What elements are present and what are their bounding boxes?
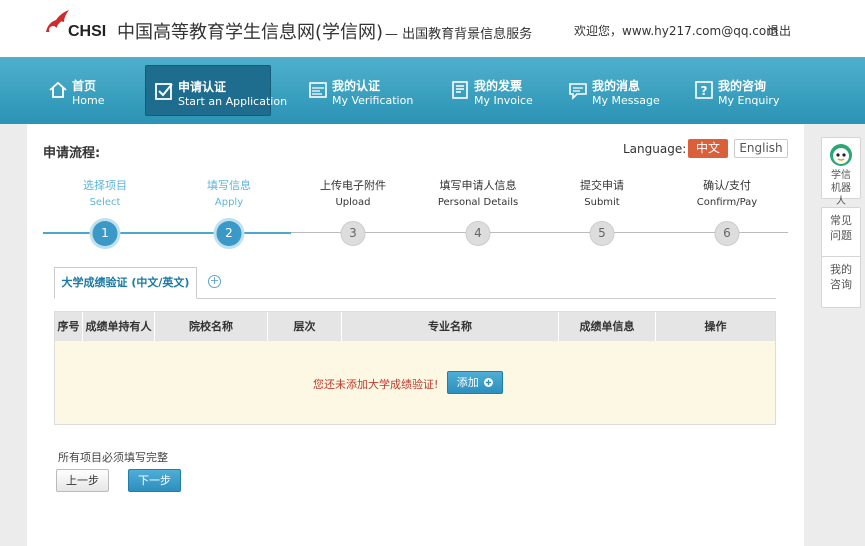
step-label-zh: 提交申请 xyxy=(580,179,624,192)
step-label-en: Upload xyxy=(335,197,371,208)
nav-label-en: My Invoice xyxy=(474,94,533,107)
nav-label-en: My Enquiry xyxy=(718,94,780,107)
nav-my-verification[interactable]: 我的认证 My Verification xyxy=(300,65,420,116)
col-holder: 成绩单持有人 xyxy=(83,312,155,341)
enquiry-icon: ? xyxy=(695,81,713,99)
add-transcript-button[interactable]: 添加 xyxy=(447,371,503,394)
message-icon xyxy=(569,83,587,100)
step-label-zh: 确认/支付 xyxy=(703,179,751,192)
step-label-zh: 填写信息 xyxy=(207,179,251,192)
nav-label-zh: 我的认证 xyxy=(332,79,381,93)
my-enquiry-widget[interactable]: 我的咨询 xyxy=(821,256,861,308)
process-title: 申请流程: xyxy=(43,146,101,161)
step-circle-3: 3 xyxy=(340,221,366,246)
home-icon xyxy=(49,81,67,98)
step-circle-1: 1 xyxy=(92,221,118,246)
nav-label-zh: 我的消息 xyxy=(592,79,641,93)
col-major: 专业名称 xyxy=(342,312,559,341)
step-label-en: Apply xyxy=(214,197,244,208)
nav-my-message[interactable]: 我的消息 My Message xyxy=(560,65,670,116)
step-label-en: Submit xyxy=(584,197,620,208)
step-label-en: Select xyxy=(89,197,121,208)
progress-line-complete xyxy=(43,232,291,234)
step-label-en: Confirm/Pay xyxy=(696,197,758,208)
verification-icon xyxy=(309,82,327,98)
nav-label-zh: 首页 xyxy=(72,79,97,93)
chat-robot-widget[interactable]: 学信机器人 xyxy=(821,137,861,207)
site-title: 中国高等教育学生信息网(学信网) xyxy=(117,22,384,43)
nav-label-en: My Verification xyxy=(332,94,414,107)
svg-text:?: ? xyxy=(701,84,708,98)
col-index: 序号 xyxy=(55,312,83,341)
step-circle-6: 6 xyxy=(714,221,740,246)
step-label-en: Personal Details xyxy=(437,197,519,208)
step-label-zh: 上传电子附件 xyxy=(320,179,386,192)
step-label-zh: 选择项目 xyxy=(83,179,127,192)
nav-home[interactable]: 首页 Home xyxy=(40,65,130,116)
robot-label: 学信机器人 xyxy=(831,170,851,207)
step-circle-2: 2 xyxy=(216,221,242,246)
nav-my-invoice[interactable]: 我的发票 My Invoice xyxy=(442,65,552,116)
plus-circle-icon xyxy=(484,378,494,387)
language-label: Language: xyxy=(623,142,687,156)
top-header: CHSI 中国高等教育学生信息网(学信网) — 出国教育背景信息服务 欢迎您，w… xyxy=(0,0,865,57)
nav-label-zh: 申请认证 xyxy=(178,80,227,94)
main-nav: 首页 Home 申请认证 Start an Application 我的认证 M… xyxy=(0,57,865,124)
completion-note: 所有项目必须填写完整 xyxy=(58,451,168,464)
col-actions: 操作 xyxy=(704,320,727,333)
table-empty-body: 您还未添加大学成绩验证! 添加 xyxy=(55,341,775,424)
col-level: 层次 xyxy=(268,312,342,341)
nav-start-application[interactable]: 申请认证 Start an Application xyxy=(145,65,287,116)
tab-university-transcript[interactable]: 大学成绩验证 (中文/英文) xyxy=(54,267,197,299)
chsi-logo[interactable]: CHSI xyxy=(42,8,112,42)
empty-message: 您还未添加大学成绩验证! xyxy=(313,378,439,391)
previous-step-button[interactable]: 上一步 xyxy=(56,469,109,492)
add-tab-plus-icon[interactable]: + xyxy=(208,275,221,288)
col-transcript-info: 成绩单信息 xyxy=(559,312,656,341)
welcome-text: 欢迎您，www.hy217.com@qq.com xyxy=(574,24,778,38)
invoice-icon xyxy=(452,81,468,99)
application-panel: 申请流程: Language: 中文 English 选择项目 Select 填… xyxy=(27,124,804,546)
next-step-button[interactable]: 下一步 xyxy=(128,469,181,492)
nav-label-zh: 我的发票 xyxy=(474,79,523,93)
logout-link[interactable]: 退出 xyxy=(767,22,791,39)
col-school: 院校名称 xyxy=(155,312,268,341)
robot-icon xyxy=(830,144,852,166)
nav-label-en: My Message xyxy=(592,94,660,107)
nav-label-zh: 我的咨询 xyxy=(718,79,767,93)
table-header: 序号 成绩单持有人 院校名称 层次 专业名称 成绩单信息 操作 xyxy=(55,312,775,341)
step-circle-4: 4 xyxy=(465,221,491,246)
step-label-zh: 填写申请人信息 xyxy=(439,179,517,192)
language-chinese-button[interactable]: 中文 xyxy=(688,139,728,158)
nav-my-enquiry[interactable]: ? 我的咨询 My Enquiry xyxy=(686,65,796,116)
language-english-button[interactable]: English xyxy=(734,139,788,158)
faq-label: 常见问题 xyxy=(830,214,852,242)
site-subtitle: — 出国教育背景信息服务 xyxy=(385,27,533,42)
faq-widget[interactable]: 常见问题 xyxy=(821,207,861,258)
add-button-label: 添加 xyxy=(456,376,479,389)
transcript-table: 序号 成绩单持有人 院校名称 层次 专业名称 成绩单信息 操作 您还未添加大学成… xyxy=(54,311,776,425)
nav-label-en: Start an Application xyxy=(178,95,288,108)
checkbox-icon xyxy=(155,83,173,100)
logo-text: CHSI xyxy=(68,23,107,40)
step-circle-5: 5 xyxy=(589,221,615,246)
nav-label-en: Home xyxy=(72,94,105,107)
progress-line-pending xyxy=(291,232,788,233)
ask-label: 我的咨询 xyxy=(830,263,852,291)
